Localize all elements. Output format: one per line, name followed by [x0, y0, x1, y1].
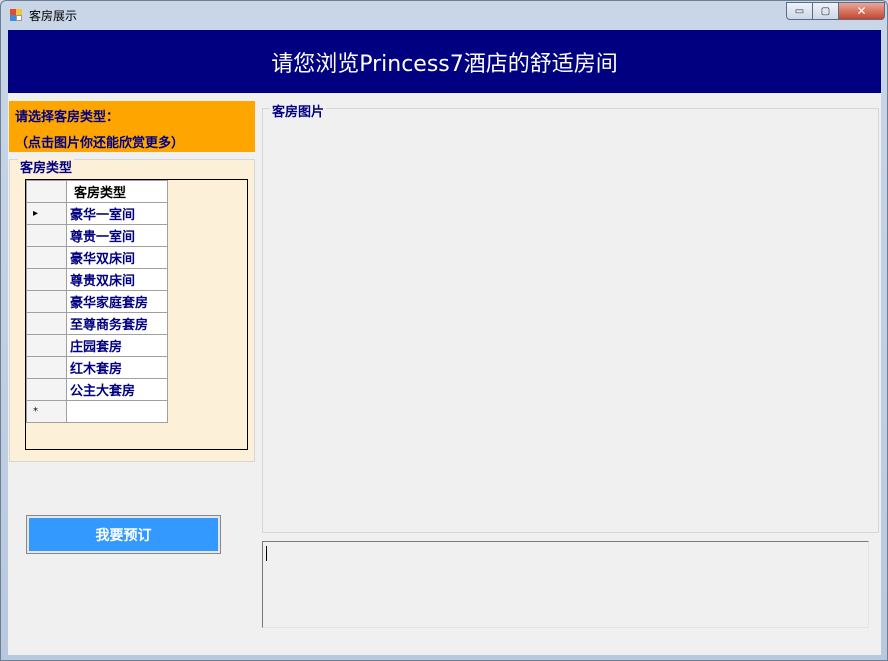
client-area: 请您浏览Princess7酒店的舒适房间 请选择客房类型： （点击图片你还能欣赏… — [8, 30, 881, 655]
room-picture-group-legend: 客房图片 — [270, 101, 327, 120]
room-type-cell[interactable]: 公主大套房 — [66, 378, 168, 401]
room-type-cell[interactable]: 豪华双床间 — [66, 246, 168, 269]
room-picture-group: 客房图片 — [262, 101, 879, 533]
row-header[interactable] — [26, 290, 67, 313]
row-header[interactable] — [26, 246, 67, 269]
maximize-icon: ▢ — [820, 5, 831, 17]
row-header[interactable] — [26, 268, 67, 291]
table-row[interactable]: 公主大套房 — [26, 378, 168, 401]
table-row[interactable]: 至尊商务套房 — [26, 312, 168, 335]
room-type-cell[interactable]: 尊贵一室间 — [66, 224, 168, 247]
room-type-cell[interactable]: 庄园套房 — [66, 334, 168, 357]
book-button[interactable]: 我要预订 — [26, 515, 221, 554]
table-row[interactable]: 尊贵双床间 — [26, 268, 168, 291]
room-type-grid[interactable]: 客房类型 ▸ 豪华一室间 尊贵一室间 豪华双床间 尊贵双床间 豪华家庭套房 至尊… — [25, 179, 248, 450]
app-icon — [10, 9, 22, 21]
room-type-cell[interactable]: 红木套房 — [66, 356, 168, 379]
room-type-cell[interactable]: 尊贵双床间 — [66, 268, 168, 291]
room-type-cell[interactable]: 豪华一室间 — [66, 202, 168, 225]
grid-header-row: 客房类型 — [26, 180, 168, 203]
text-caret — [266, 546, 267, 561]
table-row[interactable]: 尊贵一室间 — [26, 224, 168, 247]
title-bar[interactable]: 客房展示 ▭ ▢ ✕ — [1, 1, 887, 29]
prompt-line-2: （点击图片你还能欣赏更多） — [15, 136, 185, 151]
room-type-cell[interactable]: 至尊商务套房 — [66, 312, 168, 335]
row-header[interactable] — [26, 356, 67, 379]
window-title: 客房展示 — [29, 9, 78, 23]
table-row[interactable]: 庄园套房 — [26, 334, 168, 357]
table-row[interactable]: 豪华家庭套房 — [26, 290, 168, 313]
room-description-textbox[interactable] — [262, 541, 869, 628]
row-header[interactable] — [26, 334, 67, 357]
maximize-button[interactable]: ▢ — [812, 2, 839, 20]
column-header-room-type[interactable]: 客房类型 — [66, 180, 168, 203]
grid-corner-cell[interactable] — [26, 180, 67, 203]
room-type-group-legend: 客房类型 — [18, 157, 75, 176]
row-header[interactable] — [26, 224, 67, 247]
table-row[interactable]: 红木套房 — [26, 356, 168, 379]
row-header-current[interactable]: ▸ — [26, 202, 67, 225]
table-row[interactable]: 豪华双床间 — [26, 246, 168, 269]
new-row-cell[interactable] — [66, 400, 168, 423]
minimize-icon: ▭ — [794, 5, 805, 17]
row-header[interactable] — [26, 378, 67, 401]
new-row[interactable]: * — [26, 400, 168, 423]
room-type-group: 客房类型 客房类型 ▸ 豪华一室间 尊贵一室间 豪华双床间 尊贵双床间 豪华家庭… — [9, 157, 255, 462]
book-button-label: 我要预订 — [95, 527, 152, 544]
row-header[interactable] — [26, 312, 67, 335]
banner: 请您浏览Princess7酒店的舒适房间 — [8, 30, 881, 93]
new-row-marker[interactable]: * — [26, 400, 67, 423]
minimize-button[interactable]: ▭ — [786, 2, 813, 20]
table-row[interactable]: ▸ 豪华一室间 — [26, 202, 168, 225]
prompt-box: 请选择客房类型： （点击图片你还能欣赏更多） — [9, 101, 255, 152]
room-type-table: 客房类型 ▸ 豪华一室间 尊贵一室间 豪华双床间 尊贵双床间 豪华家庭套房 至尊… — [26, 180, 168, 423]
app-window: 客房展示 ▭ ▢ ✕ 请您浏览Princess7酒店的舒适房间 请选择客房类型：… — [0, 0, 888, 661]
close-button[interactable]: ✕ — [838, 2, 885, 20]
room-type-cell[interactable]: 豪华家庭套房 — [66, 290, 168, 313]
close-icon: ✕ — [856, 4, 867, 18]
banner-title: 请您浏览Princess7酒店的舒适房间 — [271, 51, 618, 77]
prompt-line-1: 请选择客房类型： — [15, 110, 120, 125]
